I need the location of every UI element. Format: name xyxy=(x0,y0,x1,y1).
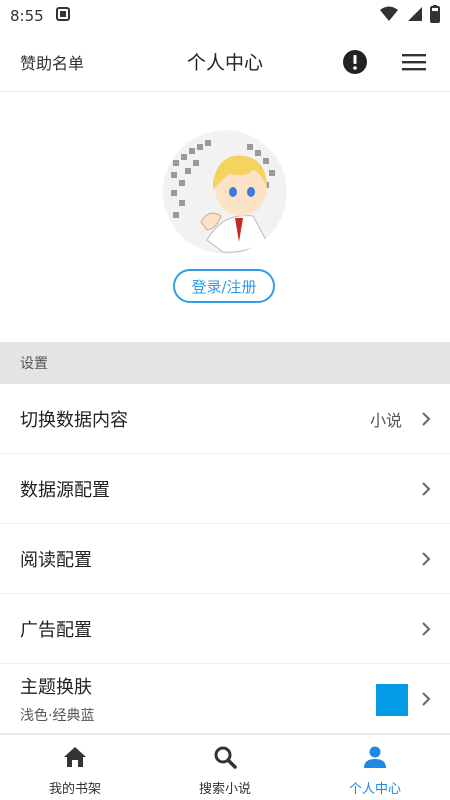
nav-item-search[interactable]: 搜索小说 xyxy=(150,735,300,800)
settings-item-label: 切换数据内容 xyxy=(20,409,128,431)
home-icon xyxy=(62,744,88,778)
profile-section: 登录/注册 xyxy=(0,92,450,342)
theme-subtitle: 浅色·经典蓝 xyxy=(20,707,95,724)
info-icon[interactable] xyxy=(342,49,368,75)
settings-item-label: 阅读配置 xyxy=(20,549,92,571)
settings-item-reading[interactable]: 阅读配置 xyxy=(0,524,450,594)
settings-item-value: 小说 xyxy=(369,410,402,430)
nav-label: 我的书架 xyxy=(48,782,101,797)
settings-item-label: 数据源配置 xyxy=(20,479,110,501)
login-register-button[interactable]: 登录/注册 xyxy=(173,269,275,303)
settings-item-ads[interactable]: 广告配置 xyxy=(0,594,450,664)
app-bar: 赞助名单 个人中心 xyxy=(0,32,450,92)
theme-color-swatch xyxy=(376,684,408,716)
chevron-right-icon xyxy=(420,551,432,567)
avatar[interactable] xyxy=(163,130,287,254)
settings-item-theme[interactable]: 主题换肤 浅色·经典蓝 xyxy=(0,664,450,734)
settings-section-header: 设置 xyxy=(0,342,450,384)
battery-icon xyxy=(430,5,440,27)
settings-list: 切换数据内容 小说 数据源配置 阅读配置 广告配置 主题换肤 浅色·经典蓝 xyxy=(0,384,450,734)
wifi-icon xyxy=(380,6,398,26)
settings-item-label: 广告配置 xyxy=(20,619,92,641)
settings-item-data-source[interactable]: 数据源配置 xyxy=(0,454,450,524)
settings-item-switch-content[interactable]: 切换数据内容 小说 xyxy=(0,384,450,454)
bottom-nav: 我的书架 搜索小说 个人中心 xyxy=(0,734,450,800)
status-bar: 8:55 xyxy=(0,0,450,32)
person-icon xyxy=(362,744,388,778)
menu-icon[interactable] xyxy=(402,51,426,73)
nav-label: 搜索小说 xyxy=(198,782,251,797)
chevron-right-icon xyxy=(420,481,432,497)
sponsor-list-link[interactable]: 赞助名单 xyxy=(20,50,84,74)
nav-item-bookshelf[interactable]: 我的书架 xyxy=(0,735,150,800)
nav-label: 个人中心 xyxy=(348,782,401,797)
theme-label: 主题换肤 xyxy=(20,676,92,698)
nav-item-profile[interactable]: 个人中心 xyxy=(300,735,450,800)
chevron-right-icon xyxy=(420,691,432,707)
signal-icon xyxy=(406,6,422,26)
notification-icon xyxy=(55,7,70,25)
chevron-right-icon xyxy=(420,411,432,427)
search-icon xyxy=(212,744,238,778)
status-time: 8:55 xyxy=(10,7,44,25)
chevron-right-icon xyxy=(420,621,432,637)
